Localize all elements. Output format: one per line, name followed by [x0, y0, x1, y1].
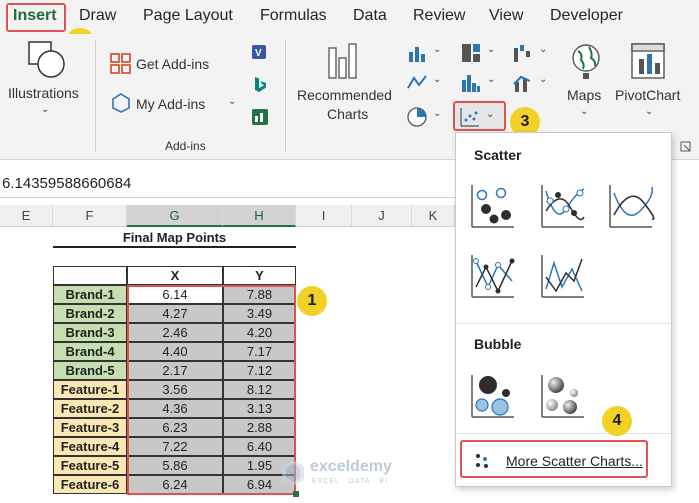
- get-addins-button[interactable]: Get Add-ins: [136, 56, 209, 72]
- line-chart-icon[interactable]: [406, 72, 428, 94]
- table-header-x[interactable]: X: [127, 266, 223, 285]
- tab-draw[interactable]: Draw: [79, 7, 116, 25]
- hierarchy-chart-dropdown-icon[interactable]: ⌄: [487, 44, 495, 55]
- pivotchart-icon[interactable]: [630, 42, 666, 82]
- table-header-blank[interactable]: [53, 266, 127, 285]
- row-label-feature-6[interactable]: Feature-6: [53, 475, 127, 494]
- waterfall-chart-icon[interactable]: [512, 42, 534, 64]
- waterfall-chart-dropdown-icon[interactable]: ⌄: [539, 44, 547, 55]
- bing-icon[interactable]: [250, 75, 270, 95]
- row-label-feature-1[interactable]: Feature-1: [53, 380, 127, 399]
- store-icon[interactable]: [110, 53, 132, 75]
- selection-range: [127, 285, 296, 495]
- scatter-smooth-lines-icon[interactable]: [606, 181, 656, 231]
- scatter-straight-lines-icon[interactable]: [538, 251, 588, 301]
- svg-text:V: V: [255, 48, 262, 59]
- exceldemy-logo-icon: [282, 460, 304, 486]
- statistic-chart-icon[interactable]: [460, 72, 482, 94]
- gallery-divider: [456, 323, 671, 324]
- recommended-charts-label-1[interactable]: Recommended: [297, 87, 392, 103]
- tab-developer[interactable]: Developer: [550, 7, 623, 25]
- column-header-k[interactable]: K: [412, 205, 455, 227]
- tab-view[interactable]: View: [489, 7, 523, 25]
- step-badge-4: 4: [602, 406, 632, 436]
- ribbon-tabs: Insert Draw Page Layout Formulas Data Re…: [0, 0, 699, 34]
- formula-bar[interactable]: 6.14359588660684: [0, 170, 455, 198]
- scatter-chart-button[interactable]: ⌄: [453, 101, 506, 131]
- group-divider: [285, 40, 286, 152]
- pie-chart-dropdown-icon[interactable]: ⌄: [433, 108, 441, 119]
- column-header-f[interactable]: F: [53, 205, 127, 227]
- formula-bar-value: 6.14359588660684: [2, 175, 132, 192]
- insert-tab-highlight: [6, 3, 66, 32]
- pivotchart-dropdown-icon[interactable]: ⌄: [645, 106, 653, 117]
- watermark-subtext: EXCEL · DATA · BI: [312, 478, 388, 485]
- row-label-feature-4[interactable]: Feature-4: [53, 437, 127, 456]
- column-chart-icon[interactable]: [406, 42, 428, 64]
- more-scatter-charts-button[interactable]: More Scatter Charts...: [460, 440, 648, 478]
- combo-chart-dropdown-icon[interactable]: ⌄: [539, 74, 547, 85]
- tab-page-layout[interactable]: Page Layout: [143, 7, 233, 25]
- my-addins-dropdown-icon[interactable]: ⌄: [228, 96, 236, 107]
- tab-formulas[interactable]: Formulas: [260, 7, 327, 25]
- hierarchy-chart-icon[interactable]: [460, 42, 482, 64]
- 3d-bubble-chart-icon[interactable]: [538, 371, 588, 421]
- scatter-heading: Scatter: [474, 147, 522, 163]
- column-header-h[interactable]: H: [223, 205, 296, 227]
- scatter-straight-markers-icon[interactable]: [468, 251, 518, 301]
- table-header-y[interactable]: Y: [223, 266, 296, 285]
- maps-icon[interactable]: [569, 42, 603, 82]
- watermark-text: exceldemy: [310, 458, 392, 475]
- column-header-e[interactable]: E: [0, 205, 53, 227]
- row-label-feature-5[interactable]: Feature-5: [53, 456, 127, 475]
- column-header-j[interactable]: J: [352, 205, 412, 227]
- statistic-chart-dropdown-icon[interactable]: ⌄: [487, 74, 495, 85]
- bubble-heading: Bubble: [474, 336, 522, 352]
- row-label-feature-2[interactable]: Feature-2: [53, 399, 127, 418]
- maps-dropdown-icon[interactable]: ⌄: [580, 106, 588, 117]
- recommended-charts-icon[interactable]: [326, 42, 360, 82]
- scatter-chart-gallery: Scatter Bubble More Scatter Charts...: [455, 132, 672, 487]
- recommended-charts-label-2[interactable]: Charts: [327, 106, 368, 122]
- dialog-launcher-icon[interactable]: [680, 141, 692, 153]
- row-label-brand-2[interactable]: Brand-2: [53, 304, 127, 323]
- row-label-brand-4[interactable]: Brand-4: [53, 342, 127, 361]
- my-addins-button[interactable]: My Add-ins: [136, 96, 205, 112]
- row-label-brand-3[interactable]: Brand-3: [53, 323, 127, 342]
- scatter-chart-icon: [460, 108, 479, 127]
- illustrations-icon[interactable]: [27, 40, 67, 80]
- column-header-i[interactable]: I: [296, 205, 352, 227]
- people-graph-icon[interactable]: [250, 107, 270, 127]
- more-scatter-icon: [476, 454, 488, 468]
- scatter-smooth-markers-icon[interactable]: [538, 181, 588, 231]
- gallery-divider: [456, 433, 671, 434]
- illustrations-label[interactable]: Illustrations: [8, 85, 79, 101]
- pie-chart-icon[interactable]: [406, 106, 428, 128]
- exceldemy-watermark: exceldemy EXCEL · DATA · BI: [276, 452, 436, 498]
- combo-chart-icon[interactable]: [512, 72, 534, 94]
- scatter-dropdown-icon: ⌄: [486, 109, 495, 120]
- scatter-markers-only-icon[interactable]: [468, 181, 518, 231]
- row-label-brand-5[interactable]: Brand-5: [53, 361, 127, 380]
- row-label-brand-1[interactable]: Brand-1: [53, 285, 127, 304]
- row-label-feature-3[interactable]: Feature-3: [53, 418, 127, 437]
- addins-group-label: Add-ins: [165, 139, 206, 153]
- step-badge-1: 1: [297, 286, 327, 316]
- group-divider: [95, 40, 96, 152]
- pivotchart-label[interactable]: PivotChart: [615, 87, 680, 103]
- visio-icon[interactable]: V: [250, 42, 270, 62]
- line-chart-dropdown-icon[interactable]: ⌄: [433, 74, 441, 85]
- column-header-g[interactable]: G: [127, 205, 223, 227]
- tab-data[interactable]: Data: [353, 7, 387, 25]
- my-addins-icon[interactable]: [110, 92, 132, 114]
- tab-review[interactable]: Review: [413, 7, 465, 25]
- table-title: Final Map Points: [53, 230, 296, 248]
- maps-label[interactable]: Maps: [567, 87, 601, 103]
- bubble-chart-icon[interactable]: [468, 371, 518, 421]
- more-scatter-charts-label: More Scatter Charts...: [506, 453, 643, 469]
- column-chart-dropdown-icon[interactable]: ⌄: [433, 44, 441, 55]
- illustrations-dropdown-icon[interactable]: ⌄: [41, 104, 49, 115]
